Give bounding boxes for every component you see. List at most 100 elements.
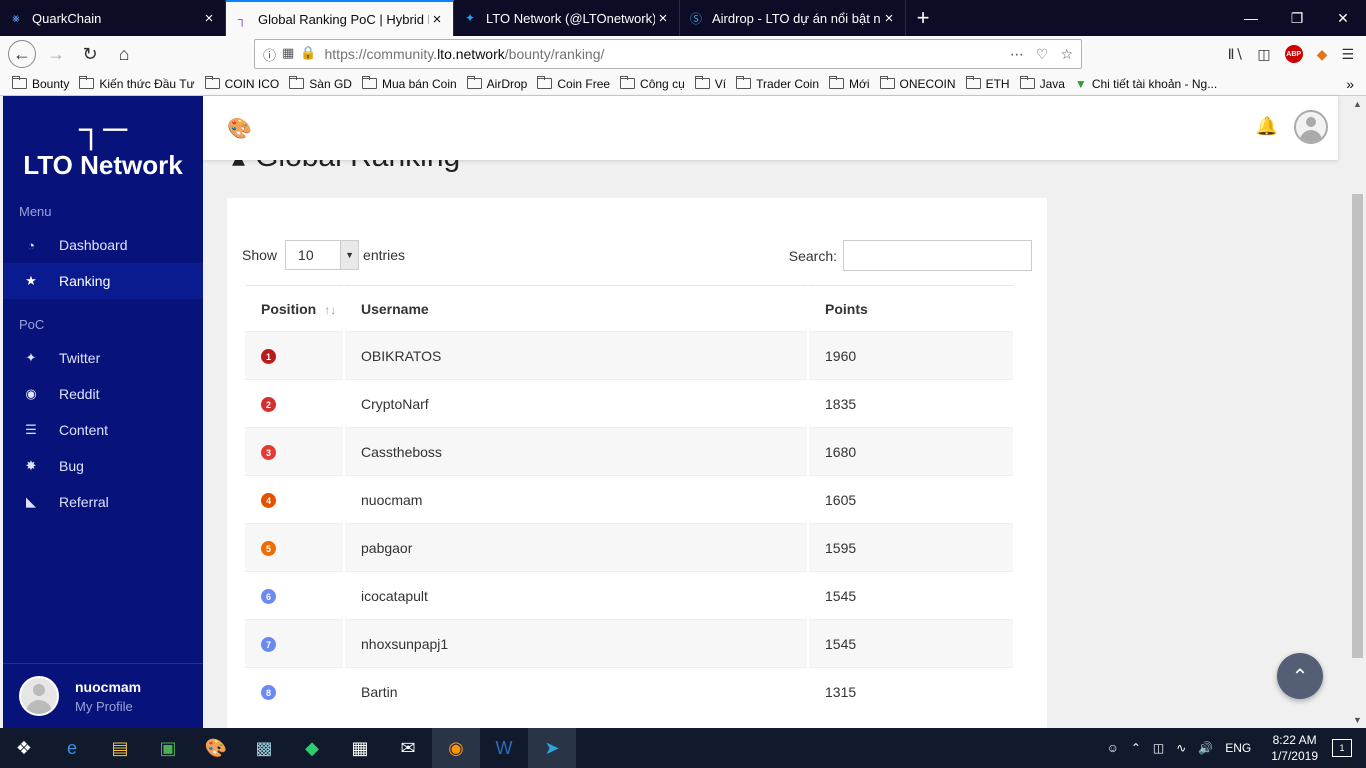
folder-icon bbox=[361, 76, 377, 89]
wifi-icon[interactable]: ∿ bbox=[1176, 741, 1186, 755]
sidebar-section-label: Menu bbox=[19, 204, 52, 219]
sidebar-toggle-icon[interactable]: ◫ bbox=[1257, 46, 1270, 63]
reload-button[interactable]: ↻ bbox=[76, 40, 104, 68]
browser-tab[interactable]: ✦ LTO Network (@LTOnetwork) | × bbox=[454, 0, 680, 36]
new-tab-button[interactable]: + bbox=[906, 0, 940, 36]
bookmark-item[interactable]: ETH bbox=[965, 76, 1010, 91]
user-avatar[interactable] bbox=[19, 676, 59, 716]
show-label: Show bbox=[242, 247, 278, 263]
paint-icon[interactable]: 🎨 bbox=[192, 728, 240, 768]
bookmark-item[interactable]: Kiến thức Đầu Tư bbox=[79, 76, 195, 91]
scroll-down-icon[interactable]: ▼ bbox=[1349, 712, 1366, 728]
people-icon[interactable]: ☺ bbox=[1107, 741, 1119, 755]
table-row: 6 icocatapult 1545 bbox=[245, 571, 1013, 619]
calculator-icon[interactable]: ▦ bbox=[336, 728, 384, 768]
excel-icon[interactable]: ▣ bbox=[144, 728, 192, 768]
column-header-position[interactable]: Position ↑↓ bbox=[245, 285, 343, 331]
sidebar-item-referral[interactable]: ◣ Referral bbox=[3, 484, 203, 520]
bookmark-item[interactable]: Trader Coin bbox=[736, 76, 819, 91]
browser-tab[interactable]: Ⓢ Airdrop - LTO dự án nổi bật nhất × bbox=[680, 0, 906, 36]
bookmark-item[interactable]: ▼ Chi tiết tài khoản - Ng... bbox=[1075, 77, 1217, 91]
maximize-button[interactable]: ❐ bbox=[1274, 0, 1320, 36]
volume-icon[interactable]: 🔊 bbox=[1198, 741, 1213, 755]
points-cell: 1315 bbox=[809, 667, 1013, 715]
clock[interactable]: 8:22 AM 1/7/2019 bbox=[1271, 732, 1318, 764]
mail-icon[interactable]: ✉ bbox=[384, 728, 432, 768]
scroll-to-top-button[interactable]: ⌃ bbox=[1277, 653, 1323, 699]
bookmark-item[interactable]: Công cụ bbox=[620, 76, 685, 91]
bookmark-star-icon[interactable]: ☆ bbox=[1060, 46, 1073, 63]
close-window-button[interactable]: ✕ bbox=[1320, 0, 1366, 36]
pocket-icon[interactable]: ♡ bbox=[1036, 46, 1049, 63]
bell-icon[interactable]: 🔔 bbox=[1256, 116, 1278, 137]
permissions-icon[interactable]: ▦ bbox=[282, 45, 294, 64]
forward-button[interactable]: → bbox=[42, 40, 70, 68]
scroll-up-icon[interactable]: ▲ bbox=[1349, 96, 1366, 112]
edge-icon[interactable]: e bbox=[48, 728, 96, 768]
bookmark-item[interactable]: Coin Free bbox=[537, 76, 610, 91]
sidebar-item-bug[interactable]: ✸ Bug bbox=[3, 448, 203, 484]
menu-icon[interactable]: ☰ bbox=[1341, 46, 1354, 63]
close-icon[interactable]: × bbox=[655, 10, 671, 27]
sidebar-item-reddit[interactable]: ◉ Reddit bbox=[3, 376, 203, 412]
notification-icon[interactable]: 1 bbox=[1332, 739, 1352, 757]
palette-icon[interactable]: 🎨 bbox=[227, 116, 252, 141]
chevron-down-icon[interactable]: ▼ bbox=[340, 241, 359, 269]
sidebar-user[interactable]: nuocmam My Profile bbox=[3, 663, 203, 728]
close-icon[interactable]: × bbox=[881, 10, 897, 27]
chevron-up-tray-icon[interactable]: ⌃ bbox=[1131, 741, 1141, 755]
minimize-button[interactable]: — bbox=[1228, 0, 1274, 36]
page-actions-icon[interactable]: ⋯ bbox=[1010, 46, 1024, 63]
close-icon[interactable]: × bbox=[201, 10, 217, 27]
my-profile-link[interactable]: My Profile bbox=[75, 699, 141, 714]
close-icon[interactable]: × bbox=[429, 11, 445, 28]
bookmark-item[interactable]: Sàn GD bbox=[289, 76, 352, 91]
home-button[interactable]: ⌂ bbox=[110, 40, 138, 68]
word-icon[interactable]: W bbox=[480, 728, 528, 768]
folder-icon bbox=[289, 76, 305, 89]
bookmark-item[interactable]: AirDrop bbox=[466, 76, 527, 91]
info-icon[interactable]: ⓘ bbox=[263, 45, 276, 64]
browser-tab[interactable]: ┐ Global Ranking PoC | Hybrid Bl × bbox=[226, 0, 454, 36]
bookmark-item[interactable]: Ví bbox=[694, 76, 726, 91]
bookmark-item[interactable]: Mới bbox=[829, 76, 870, 91]
page-scrollbar[interactable]: ▲ ▼ bbox=[1349, 96, 1366, 728]
points-cell: 1545 bbox=[809, 571, 1013, 619]
browser-tab[interactable]: ⨳ QuarkChain × bbox=[0, 0, 226, 36]
firefox-icon[interactable]: ◉ bbox=[432, 728, 480, 768]
sort-icon[interactable]: ↑↓ bbox=[324, 303, 336, 317]
sidebar-item-label: Twitter bbox=[59, 350, 101, 366]
notes-icon[interactable]: ▩ bbox=[240, 728, 288, 768]
column-header-points[interactable]: Points bbox=[809, 285, 1013, 331]
language-indicator[interactable]: ENG bbox=[1225, 741, 1251, 755]
bookmark-item[interactable]: Java bbox=[1019, 76, 1065, 91]
url-bar[interactable]: ⓘ ▦ 🔒 https://community. lto.network/bounty… bbox=[254, 39, 1082, 69]
library-icon[interactable]: Ⅱ∖ bbox=[1228, 46, 1244, 63]
sidebar-item-ranking[interactable]: ★ Ranking bbox=[3, 263, 203, 299]
column-header-username[interactable]: Username bbox=[345, 285, 807, 331]
sidebar-item-twitter[interactable]: ✦ Twitter bbox=[3, 340, 203, 376]
sidebar-item-content[interactable]: ☰ Content bbox=[3, 412, 203, 448]
logo[interactable]: ┐─ LTO Network bbox=[3, 96, 203, 196]
bookmark-item[interactable]: COIN ICO bbox=[204, 76, 279, 91]
system-tray: ☺ ⌃ ◫ ∿ 🔊 ENG 8:22 AM 1/7/2019 1 bbox=[1101, 728, 1366, 768]
top-avatar[interactable] bbox=[1294, 110, 1328, 144]
bookmark-item[interactable]: Bounty bbox=[12, 76, 69, 91]
user-name: nuocmam bbox=[75, 678, 142, 695]
back-button[interactable]: ← bbox=[8, 40, 36, 68]
bookmark-item[interactable]: Mua bán Coin bbox=[361, 76, 457, 91]
sidebar-item-dashboard[interactable]: ◔ Dashboard bbox=[3, 227, 203, 263]
telegram-icon[interactable]: ➤ bbox=[528, 728, 576, 768]
app-icon[interactable]: ◆ bbox=[288, 728, 336, 768]
points-cell: 1595 bbox=[809, 523, 1013, 571]
battery-icon[interactable]: ◫ bbox=[1153, 741, 1164, 755]
adblock-icon[interactable]: ABP bbox=[1284, 45, 1303, 63]
windows-start-icon[interactable]: ❖ bbox=[0, 728, 48, 768]
metamask-icon[interactable]: ◆ bbox=[1317, 46, 1328, 63]
file-explorer-icon[interactable]: ▤ bbox=[96, 728, 144, 768]
bookmark-item[interactable]: ONECOIN bbox=[879, 76, 956, 91]
entries-select[interactable]: 10 ▼ bbox=[285, 240, 360, 270]
bookmarks-overflow-icon[interactable]: » bbox=[1346, 76, 1354, 92]
search-input[interactable] bbox=[843, 240, 1032, 271]
scrollbar-thumb[interactable] bbox=[1352, 194, 1363, 658]
